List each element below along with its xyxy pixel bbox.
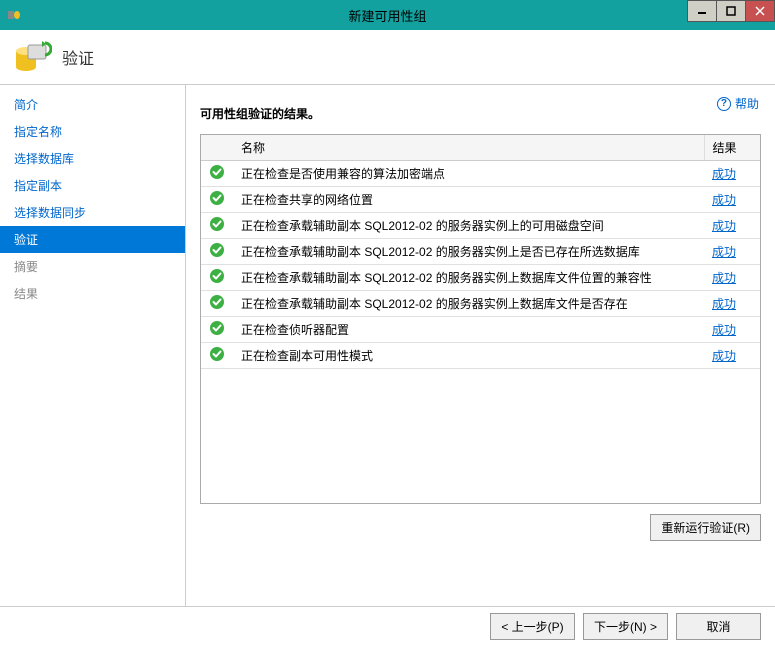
name-cell: 正在检查是否使用兼容的算法加密端点 <box>233 161 704 187</box>
results-heading: 可用性组验证的结果。 <box>200 105 761 122</box>
success-icon <box>209 346 225 362</box>
cancel-button[interactable]: 取消 <box>676 613 761 640</box>
success-icon <box>209 216 225 232</box>
wizard-header: 验证 <box>0 30 775 85</box>
close-button[interactable] <box>745 0 775 22</box>
result-link[interactable]: 成功 <box>704 317 760 343</box>
result-link[interactable]: 成功 <box>704 213 760 239</box>
name-cell: 正在检查副本可用性模式 <box>233 343 704 369</box>
sidebar-item-0[interactable]: 简介 <box>0 91 185 118</box>
table-row: 正在检查承载辅助副本 SQL2012-02 的服务器实例上的可用磁盘空间成功 <box>201 213 760 239</box>
name-cell: 正在检查承载辅助副本 SQL2012-02 的服务器实例上是否已存在所选数据库 <box>233 239 704 265</box>
status-cell <box>201 343 233 369</box>
name-cell: 正在检查承载辅助副本 SQL2012-02 的服务器实例上数据库文件位置的兼容性 <box>233 265 704 291</box>
help-label: 帮助 <box>735 95 759 112</box>
sidebar-item-1[interactable]: 指定名称 <box>0 118 185 145</box>
status-cell <box>201 265 233 291</box>
success-icon <box>209 294 225 310</box>
help-icon: ? <box>717 97 731 111</box>
maximize-button[interactable] <box>716 0 746 22</box>
result-link[interactable]: 成功 <box>704 187 760 213</box>
result-link[interactable]: 成功 <box>704 265 760 291</box>
sidebar-item-5[interactable]: 验证 <box>0 226 185 253</box>
result-link[interactable]: 成功 <box>704 291 760 317</box>
result-link[interactable]: 成功 <box>704 161 760 187</box>
window-controls <box>688 0 775 22</box>
minimize-button[interactable] <box>687 0 717 22</box>
success-icon <box>209 190 225 206</box>
name-cell: 正在检查共享的网络位置 <box>233 187 704 213</box>
window-title: 新建可用性组 <box>348 6 426 25</box>
status-cell <box>201 187 233 213</box>
result-link[interactable]: 成功 <box>704 239 760 265</box>
main-panel: ? 帮助 可用性组验证的结果。 名称 结果 正在检查是否使用兼容的算法加密端点成… <box>186 85 775 606</box>
wizard-header-icon <box>12 37 52 77</box>
sidebar-item-3[interactable]: 指定副本 <box>0 172 185 199</box>
sidebar-item-7[interactable]: 结果 <box>0 280 185 307</box>
name-cell: 正在检查侦听器配置 <box>233 317 704 343</box>
result-link[interactable]: 成功 <box>704 343 760 369</box>
success-icon <box>209 320 225 336</box>
name-cell: 正在检查承载辅助副本 SQL2012-02 的服务器实例上的可用磁盘空间 <box>233 213 704 239</box>
table-row: 正在检查承载辅助副本 SQL2012-02 的服务器实例上数据库文件位置的兼容性… <box>201 265 760 291</box>
status-cell <box>201 317 233 343</box>
status-cell <box>201 161 233 187</box>
wizard-footer: < 上一步(P) 下一步(N) > 取消 <box>0 606 775 646</box>
success-icon <box>209 164 225 180</box>
table-row: 正在检查副本可用性模式成功 <box>201 343 760 369</box>
validation-grid: 名称 结果 正在检查是否使用兼容的算法加密端点成功正在检查共享的网络位置成功正在… <box>200 134 761 504</box>
sidebar: 简介指定名称选择数据库指定副本选择数据同步验证摘要结果 <box>0 85 186 606</box>
status-cell <box>201 291 233 317</box>
table-row: 正在检查是否使用兼容的算法加密端点成功 <box>201 161 760 187</box>
sidebar-item-6[interactable]: 摘要 <box>0 253 185 280</box>
col-icon <box>201 135 233 161</box>
help-link[interactable]: ? 帮助 <box>717 95 759 112</box>
titlebar: 新建可用性组 <box>0 0 775 30</box>
col-result[interactable]: 结果 <box>704 135 760 161</box>
app-icon <box>6 7 22 23</box>
sidebar-item-2[interactable]: 选择数据库 <box>0 145 185 172</box>
success-icon <box>209 242 225 258</box>
table-row: 正在检查承载辅助副本 SQL2012-02 的服务器实例上数据库文件是否存在成功 <box>201 291 760 317</box>
previous-button[interactable]: < 上一步(P) <box>490 613 575 640</box>
table-row: 正在检查承载辅助副本 SQL2012-02 的服务器实例上是否已存在所选数据库成… <box>201 239 760 265</box>
sidebar-item-4[interactable]: 选择数据同步 <box>0 199 185 226</box>
next-button[interactable]: 下一步(N) > <box>583 613 668 640</box>
col-name[interactable]: 名称 <box>233 135 704 161</box>
table-row: 正在检查共享的网络位置成功 <box>201 187 760 213</box>
rerun-validation-button[interactable]: 重新运行验证(R) <box>650 514 761 541</box>
status-cell <box>201 239 233 265</box>
status-cell <box>201 213 233 239</box>
success-icon <box>209 268 225 284</box>
name-cell: 正在检查承载辅助副本 SQL2012-02 的服务器实例上数据库文件是否存在 <box>233 291 704 317</box>
page-title: 验证 <box>62 45 94 69</box>
table-row: 正在检查侦听器配置成功 <box>201 317 760 343</box>
